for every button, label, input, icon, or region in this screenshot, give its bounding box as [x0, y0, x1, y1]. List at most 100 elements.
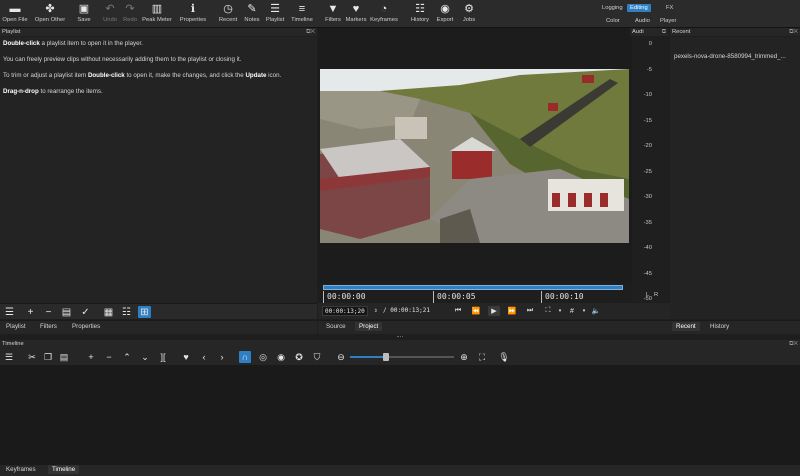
- tab-timeline[interactable]: Timeline: [48, 465, 80, 474]
- snap-magnet-icon[interactable]: ∩: [239, 351, 251, 363]
- recent-panel-float-close-icon[interactable]: ⧉✕: [789, 28, 798, 36]
- lift-icon[interactable]: ⌃: [121, 351, 133, 363]
- skip-next-icon[interactable]: ⏭: [524, 306, 536, 316]
- timeline-title: Timeline: [2, 341, 24, 347]
- play-button[interactable]: ▶: [488, 306, 500, 316]
- recent-title: Recent: [672, 29, 691, 35]
- ruler-label-10: 00:00:10: [545, 292, 584, 301]
- stopwatch-icon: ◔: [380, 3, 388, 15]
- recent-item[interactable]: pexels-nova-drone-8580994_trimmed_...: [674, 53, 786, 60]
- layout-editing[interactable]: Editing: [627, 4, 651, 12]
- layout-player[interactable]: Player: [657, 17, 679, 25]
- zoom-fit-icon[interactable]: ⛶: [542, 306, 554, 316]
- layout-logging[interactable]: Logging: [599, 4, 626, 12]
- audio-scale-label: -45: [643, 270, 652, 277]
- audio-scale-label: -30: [643, 194, 652, 200]
- audio-panel-header: Audi ⧉: [630, 28, 668, 36]
- zoom-fit-timeline-icon[interactable]: ⛶: [476, 351, 488, 363]
- checkmark-icon[interactable]: ✓: [79, 306, 92, 318]
- grid-view-icon[interactable]: ⊞: [138, 306, 151, 318]
- audio-scale-label: -5: [646, 66, 652, 73]
- list-view-icon[interactable]: ☷: [120, 306, 133, 318]
- peak-meter-button[interactable]: ▥ Peak Meter: [137, 2, 177, 23]
- jobs-label: Jobs: [462, 17, 476, 23]
- zoom-slider-handle[interactable]: [383, 353, 390, 361]
- playlist-icon: ☰: [270, 3, 280, 15]
- panel-float-close-icon[interactable]: ⧉✕: [306, 28, 315, 36]
- split-icon[interactable]: ][: [157, 351, 169, 363]
- timeline-tracks-area[interactable]: [0, 366, 800, 464]
- volume-icon[interactable]: 🔈: [590, 306, 602, 316]
- tab-project[interactable]: Project: [355, 322, 383, 331]
- skip-previous-icon[interactable]: ⏮: [452, 306, 464, 316]
- jobs-button[interactable]: ⚙ Jobs: [449, 2, 489, 23]
- main-toolbar: ▬ Open File ✤ Open Other ▣ Save ↶ Undo ↷ Redo ▥ Pea…: [0, 0, 800, 28]
- shotcut-window: ▬ Open File ✤ Open Other ▣ Save ↶ Undo ↷ Redo ▥ Pea…: [0, 0, 800, 476]
- details-view-icon[interactable]: ▦: [102, 306, 115, 318]
- peak-meter-label: Peak Meter: [142, 17, 172, 23]
- audio-panel-title: Audi: [632, 29, 644, 35]
- next-marker-icon[interactable]: ›: [216, 351, 228, 363]
- properties-label: Properties: [179, 17, 207, 23]
- timeline-menu-icon[interactable]: ☰: [3, 351, 15, 363]
- marker-icon[interactable]: ♥: [180, 351, 192, 363]
- open-other-label: Open Other: [34, 17, 66, 23]
- save-label: Save: [77, 17, 91, 23]
- tab-recent[interactable]: Recent: [672, 322, 700, 331]
- timeline-float-close-icon[interactable]: ⧉✕: [789, 340, 798, 348]
- audio-panel-float-icon[interactable]: ⧉: [662, 28, 666, 36]
- tab-keyframes[interactable]: Keyframes: [6, 466, 36, 473]
- record-audio-icon[interactable]: 🎙: [498, 351, 510, 363]
- scrubber-progress[interactable]: [323, 285, 623, 290]
- properties-button[interactable]: ℹ Properties: [173, 2, 213, 23]
- ripple-markers-icon[interactable]: ⛉: [311, 351, 323, 363]
- overwrite-icon[interactable]: ⌄: [139, 351, 151, 363]
- zoom-out-icon[interactable]: ⊖: [335, 351, 347, 363]
- update-icon[interactable]: ▤: [60, 306, 73, 318]
- info-icon: ℹ: [190, 3, 196, 15]
- tab-properties[interactable]: Properties: [72, 323, 100, 330]
- tab-history[interactable]: History: [710, 323, 729, 330]
- append-icon[interactable]: +: [85, 351, 97, 363]
- timeline-icon: ≡: [298, 3, 306, 15]
- ripple-icon[interactable]: ◉: [275, 351, 287, 363]
- add-icon[interactable]: +: [24, 306, 37, 318]
- playlist-body[interactable]: Double-click a playlist item to open it …: [0, 37, 317, 303]
- timeline-zoom-slider[interactable]: [350, 353, 454, 361]
- fast-forward-icon[interactable]: ⏩: [506, 306, 518, 316]
- layout-audio[interactable]: Audio: [632, 17, 653, 25]
- ruler-tick: [323, 291, 324, 303]
- paste-icon[interactable]: ▤: [58, 351, 70, 363]
- ruler-label-0: 00:00:00: [327, 292, 366, 301]
- keyframes-button[interactable]: ◔ Keyframes: [364, 2, 404, 23]
- save-icon: ▣: [78, 3, 90, 15]
- previous-marker-icon[interactable]: ‹: [198, 351, 210, 363]
- copy-icon[interactable]: ❐: [42, 351, 54, 363]
- cut-icon[interactable]: ✂: [26, 351, 38, 363]
- tab-source[interactable]: Source: [326, 323, 346, 330]
- zoom-in-icon[interactable]: ⊕: [458, 351, 470, 363]
- player-scrubber[interactable]: 00:00:00 00:00:05 00:00:10: [323, 284, 623, 304]
- tab-filters[interactable]: Filters: [40, 323, 57, 330]
- video-preview[interactable]: [320, 69, 629, 243]
- tab-playlist[interactable]: Playlist: [6, 323, 26, 330]
- zoom-dropdown-icon[interactable]: ▾: [554, 306, 566, 316]
- current-timecode-field[interactable]: 00:00:13;20: [322, 306, 368, 316]
- rewind-icon[interactable]: ⏪: [470, 306, 482, 316]
- grid-icon[interactable]: #: [566, 306, 578, 316]
- remove-icon[interactable]: −: [42, 306, 55, 318]
- layout-fx[interactable]: FX: [663, 4, 676, 12]
- layout-color[interactable]: Color: [603, 17, 623, 25]
- timecode-stepper-icon[interactable]: ⇕: [374, 306, 378, 316]
- recent-panel-header: Recent ⧉✕: [670, 28, 800, 36]
- ripple-delete-icon[interactable]: −: [103, 351, 115, 363]
- ripple-all-tracks-icon[interactable]: ✪: [293, 351, 305, 363]
- grid-dropdown-icon[interactable]: ▾: [578, 306, 590, 316]
- playlist-menu-icon[interactable]: ☰: [3, 306, 16, 318]
- scrub-drag-icon[interactable]: ◎: [257, 351, 269, 363]
- audio-scale-label: -20: [643, 143, 652, 149]
- audio-scale-label: -25: [643, 168, 652, 175]
- panel-splitter[interactable]: [397, 336, 403, 338]
- help-line-4: Drag-n-drop to rearrange the items.: [3, 88, 103, 95]
- video-frame-image: [320, 69, 629, 243]
